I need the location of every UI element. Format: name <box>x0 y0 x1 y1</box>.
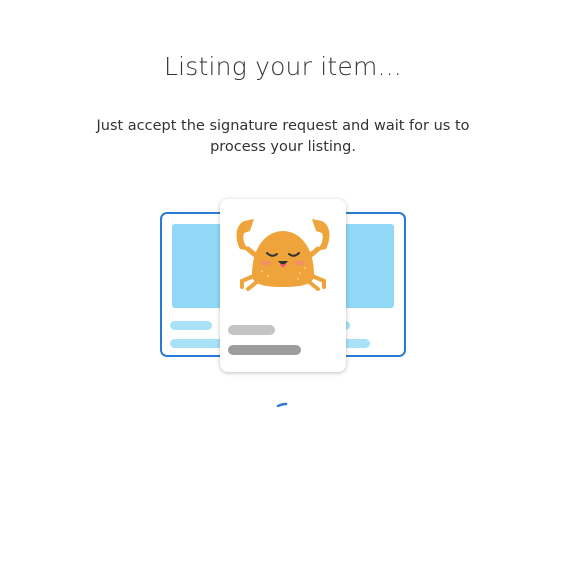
loading-spinner-icon <box>276 399 297 408</box>
back-card-left-line-short <box>170 321 212 330</box>
crab-icon <box>236 219 330 291</box>
front-card <box>220 199 346 372</box>
back-card-right-image <box>344 224 394 308</box>
back-card-left-image <box>172 224 224 308</box>
front-card-line-short <box>228 325 275 335</box>
front-card-line-long <box>228 345 301 355</box>
listing-illustration <box>0 0 566 567</box>
